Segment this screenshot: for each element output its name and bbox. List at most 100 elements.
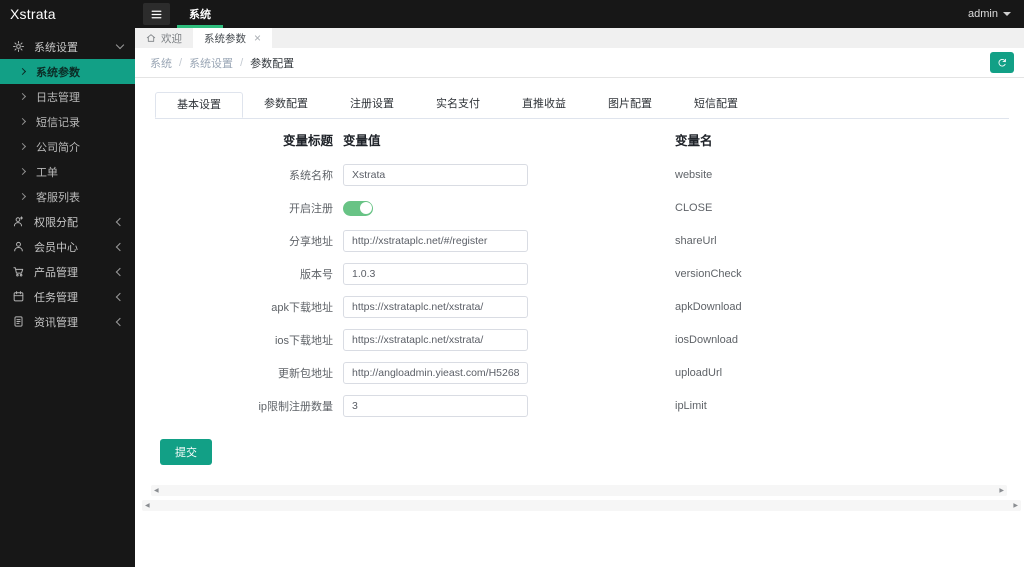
- settings-tab-实名支付[interactable]: 实名支付: [415, 92, 501, 118]
- sidebar-subitem-label: 客服列表: [36, 191, 80, 204]
- input-ios-download[interactable]: [343, 329, 528, 351]
- settings-tab-注册设置[interactable]: 注册设置: [329, 92, 415, 118]
- sidebar-toggle-button[interactable]: [143, 3, 170, 25]
- app-logo: Xstrata: [10, 6, 56, 22]
- variable-name: apkDownload: [675, 301, 742, 313]
- breadcrumb: 系统 / 系统设置 / 参数配置: [150, 55, 294, 71]
- breadcrumb-item-system-settings[interactable]: 系统设置: [189, 55, 233, 71]
- col-header-name: 变量名: [675, 133, 713, 148]
- sidebar-item-news-management[interactable]: 资讯管理: [0, 309, 135, 334]
- chevron-right-icon: [18, 117, 27, 126]
- horizontal-scrollbar-inner[interactable]: ◀ ▶: [151, 485, 1007, 496]
- field-label: apk下载地址: [271, 302, 333, 314]
- chevron-left-icon: [115, 267, 125, 276]
- form-row-upload-url: 更新包地址 uploadUrl: [155, 362, 1009, 384]
- sidebar-item-task-management[interactable]: 任务管理: [0, 284, 135, 309]
- caret-down-icon: [1003, 12, 1011, 16]
- username-label: admin: [968, 8, 998, 20]
- sidebar: Xstrata 系统设置系统参数日志管理短信记录公司简介 工单客服列表权限分配会员…: [0, 0, 135, 567]
- sidebar-item-label: 权限分配: [34, 216, 78, 229]
- chevron-right-icon: [18, 142, 27, 151]
- user-dropdown[interactable]: admin: [968, 8, 1011, 20]
- field-value-cell: [343, 263, 528, 285]
- chevron-left-icon: [115, 292, 125, 301]
- home-icon: [146, 33, 156, 43]
- sidebar-item-permission-assign[interactable]: 权限分配: [0, 209, 135, 234]
- breadcrumb-item-system[interactable]: 系统: [150, 55, 172, 71]
- field-value-cell: [343, 329, 528, 351]
- tag-tab-label: 系统参数: [204, 32, 246, 45]
- col-header-title: 变量标题: [282, 133, 333, 148]
- scroll-left-icon[interactable]: ◀: [154, 488, 159, 494]
- chevron-left-icon: [115, 242, 125, 251]
- top-navbar: 系统 admin: [135, 0, 1024, 28]
- sidebar-subitem-log-management[interactable]: 日志管理: [0, 84, 135, 109]
- chevron-left-icon: [115, 217, 125, 226]
- toggle-register-open[interactable]: [343, 200, 373, 216]
- sidebar-item-member-center[interactable]: 会员中心: [0, 234, 135, 259]
- refresh-button[interactable]: [990, 52, 1014, 73]
- settings-tab-基本设置[interactable]: 基本设置: [155, 92, 243, 118]
- field-label: ip限制注册数量: [258, 401, 333, 413]
- sidebar-item-product-management[interactable]: 产品管理: [0, 259, 135, 284]
- chevron-down-icon: [115, 40, 125, 50]
- sidebar-subitem-service-list[interactable]: 客服列表: [0, 184, 135, 209]
- form-row-share-url: 分享地址 shareUrl: [155, 230, 1009, 252]
- tag-tab-welcome[interactable]: 欢迎: [135, 28, 193, 48]
- field-label: 版本号: [300, 269, 333, 281]
- sidebar-item-label: 产品管理: [34, 266, 78, 279]
- field-value-cell: [343, 296, 528, 318]
- user-key-icon: [12, 215, 25, 228]
- input-system-name[interactable]: [343, 164, 528, 186]
- sidebar-subitem-label: 短信记录: [36, 116, 80, 129]
- tag-tab-label: 欢迎: [161, 32, 182, 45]
- settings-tab-参数配置[interactable]: 参数配置: [243, 92, 329, 118]
- sidebar-item-label: 任务管理: [34, 291, 78, 304]
- sidebar-item-system-settings[interactable]: 系统设置: [0, 34, 135, 59]
- field-label: ios下载地址: [274, 335, 333, 347]
- form-row-system-name: 系统名称 website: [155, 164, 1009, 186]
- settings-tab-图片配置[interactable]: 图片配置: [587, 92, 673, 118]
- form-row-ip-limit: ip限制注册数量 ipLimit: [155, 395, 1009, 417]
- task-icon: [12, 290, 25, 303]
- field-label: 分享地址: [289, 236, 333, 248]
- close-icon[interactable]: ×: [254, 32, 261, 44]
- form-row-version: 版本号 versionCheck: [155, 263, 1009, 285]
- form-row-register-open: 开启注册 CLOSE: [155, 197, 1009, 219]
- input-upload-url[interactable]: [343, 362, 528, 384]
- variable-name: uploadUrl: [675, 367, 723, 379]
- variable-name: ipLimit: [675, 400, 707, 412]
- sidebar-subitem-system-params[interactable]: 系统参数: [0, 59, 135, 84]
- tag-tab-system-params[interactable]: 系统参数 ×: [193, 28, 273, 48]
- scroll-right-icon[interactable]: ▶: [999, 488, 1004, 494]
- field-value-cell: [343, 164, 528, 186]
- chevron-left-icon: [115, 317, 125, 326]
- settings-tab-短信配置[interactable]: 短信配置: [673, 92, 759, 118]
- variable-name: iosDownload: [675, 334, 738, 346]
- input-apk-download[interactable]: [343, 296, 528, 318]
- sidebar-subitem-label: 系统参数: [36, 66, 80, 79]
- input-share-url[interactable]: [343, 230, 528, 252]
- settings-tab-直推收益[interactable]: 直推收益: [501, 92, 587, 118]
- breadcrumb-separator: /: [240, 56, 244, 69]
- chevron-right-icon: [18, 67, 27, 76]
- scroll-left-icon[interactable]: ◀: [145, 503, 150, 509]
- content-panel: 基本设置 参数配置 注册设置 实名支付 直推收益 图片配置 短信配置 变量标题 变量值 变量…: [135, 78, 1024, 567]
- scroll-right-icon[interactable]: ▶: [1013, 503, 1018, 509]
- sidebar-subitem-sms-records[interactable]: 短信记录: [0, 109, 135, 134]
- variable-name: website: [675, 169, 713, 181]
- refresh-icon: [998, 58, 1006, 66]
- input-version[interactable]: [343, 263, 528, 285]
- submit-button[interactable]: 提交: [160, 439, 212, 465]
- sidebar-item-label: 资讯管理: [34, 316, 78, 329]
- field-label: 开启注册: [289, 203, 333, 215]
- tags-bar: 欢迎 系统参数 ×: [135, 28, 1024, 48]
- main-area: 系统 admin 欢迎 系统参数 × 系统 / 系统设置 / 参数配置 基本设置…: [135, 0, 1024, 567]
- horizontal-scrollbar-outer[interactable]: ◀ ▶: [142, 500, 1021, 511]
- input-ip-limit[interactable]: [343, 395, 528, 417]
- sidebar-subitem-company-profile[interactable]: 公司简介: [0, 134, 135, 159]
- nav-tab-system[interactable]: 系统: [177, 0, 223, 28]
- sidebar-subitem-work-orders[interactable]: 工单: [0, 159, 135, 184]
- variable-name: CLOSE: [675, 202, 713, 214]
- field-label: 更新包地址: [278, 368, 333, 380]
